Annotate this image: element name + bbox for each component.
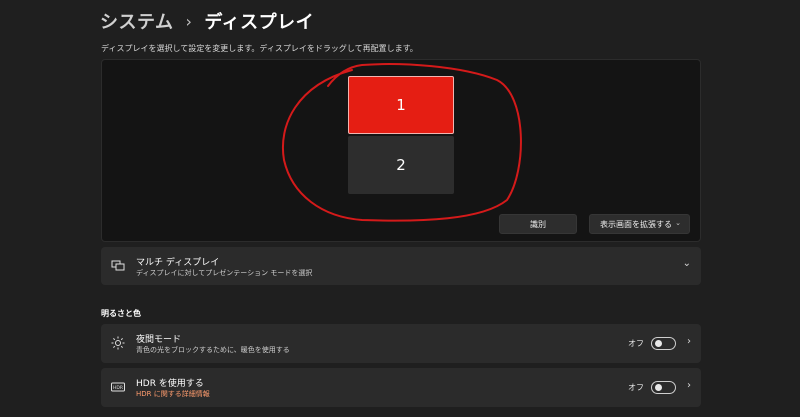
chevron-right-icon[interactable]: › xyxy=(687,380,691,391)
toggle-knob xyxy=(655,340,662,347)
monitor-1-label: 1 xyxy=(396,96,406,114)
page-title: ディスプレイ xyxy=(204,12,315,33)
hdr-toggle[interactable] xyxy=(651,381,676,394)
night-light-toggle[interactable] xyxy=(651,337,676,350)
night-light-title: 夜間モード xyxy=(136,335,182,345)
hdr-title: HDR を使用する xyxy=(136,379,204,389)
chevron-down-icon: ⌄ xyxy=(675,219,681,227)
breadcrumb-system-link[interactable]: システム xyxy=(100,8,173,34)
night-light-toggle-state: オフ xyxy=(628,339,644,348)
breadcrumb-separator: › xyxy=(185,11,193,31)
hdr-icon-text: HDR xyxy=(113,385,123,391)
display-mode-dropdown[interactable]: 表示画面を拡張する ⌄ xyxy=(589,214,690,234)
monitor-2-tile[interactable]: 2 xyxy=(348,136,454,194)
hdr-setting[interactable]: HDR HDR を使用する HDR に関する詳細情報 オフ › xyxy=(101,368,701,407)
multi-monitor-icon xyxy=(111,260,125,271)
brightness-section-heading: 明るさと色 xyxy=(101,309,141,318)
identify-button[interactable]: 識別 xyxy=(499,214,577,234)
brightness-icon xyxy=(111,336,125,350)
arrangement-instruction: ディスプレイを選択して設定を変更します。ディスプレイをドラッグして再配置します。 xyxy=(101,44,418,53)
monitor-2-label: 2 xyxy=(396,156,406,174)
hdr-info-link[interactable]: HDR に関する詳細情報 xyxy=(136,389,210,399)
toggle-knob xyxy=(655,384,662,391)
multi-display-subtitle: ディスプレイに対してプレゼンテーション モードを選択 xyxy=(136,269,313,277)
chevron-right-icon[interactable]: › xyxy=(687,336,691,347)
multi-display-setting[interactable]: マルチ ディスプレイ ディスプレイに対してプレゼンテーション モードを選択 ⌄ xyxy=(101,247,701,285)
display-arrangement-panel: 1 2 識別 表示画面を拡張する ⌄ xyxy=(101,59,701,242)
night-light-subtitle: 青色の光をブロックするために、暖色を使用する xyxy=(136,346,290,354)
breadcrumb: システム › ディスプレイ xyxy=(100,8,314,34)
hdr-icon: HDR xyxy=(111,382,125,392)
monitor-1-tile[interactable]: 1 xyxy=(348,76,454,134)
hdr-toggle-state: オフ xyxy=(628,383,644,392)
display-mode-label: 表示画面を拡張する xyxy=(600,219,672,229)
multi-display-title: マルチ ディスプレイ xyxy=(136,258,220,268)
chevron-down-icon[interactable]: ⌄ xyxy=(683,258,691,269)
night-light-setting[interactable]: 夜間モード 青色の光をブロックするために、暖色を使用する オフ › xyxy=(101,324,701,363)
